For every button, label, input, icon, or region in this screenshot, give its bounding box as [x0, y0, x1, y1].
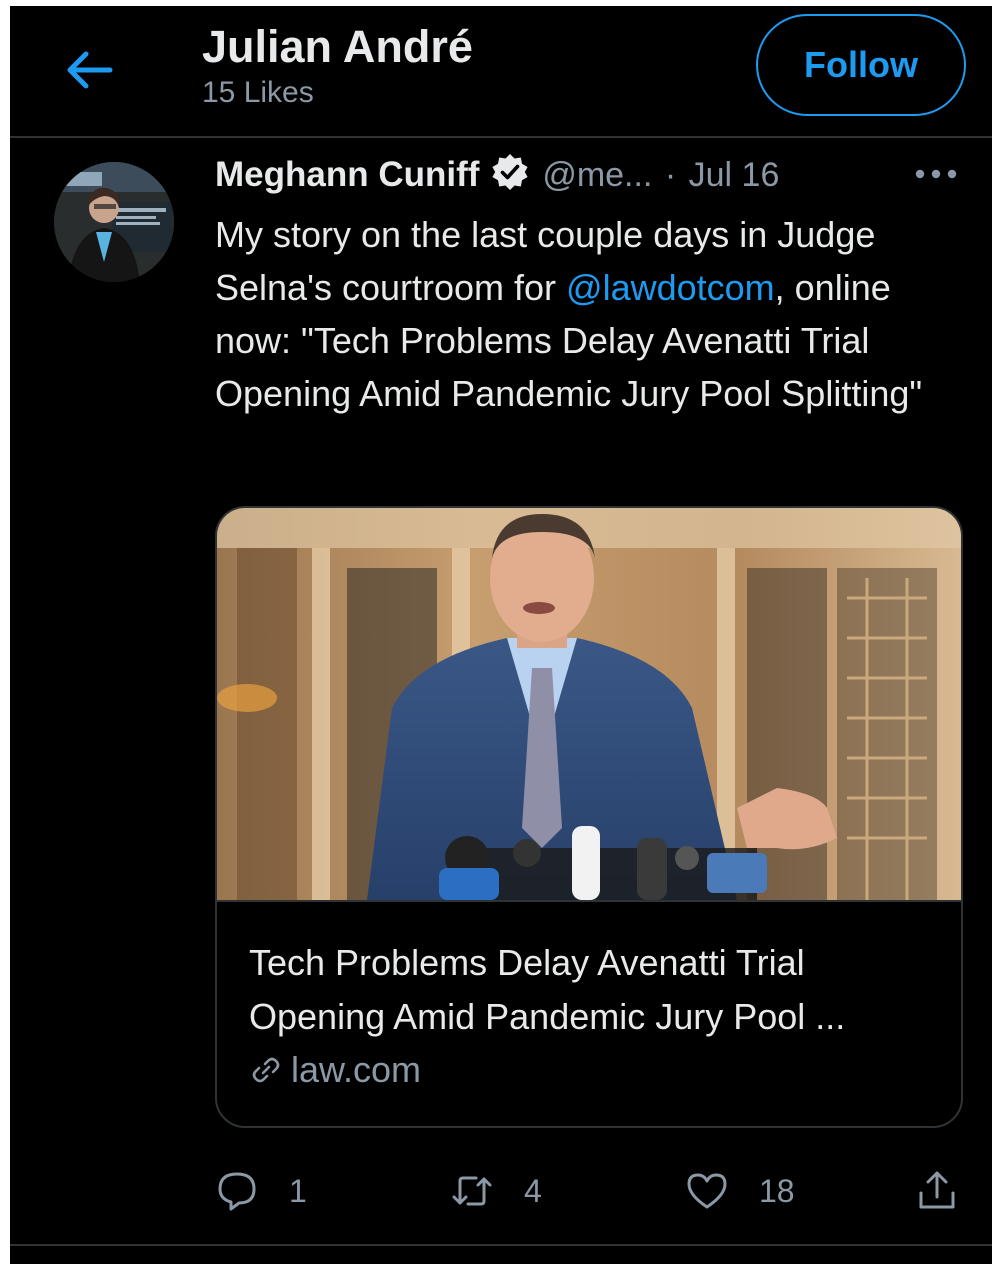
likes-count: 15 Likes	[202, 76, 314, 109]
share-button[interactable]	[915, 1166, 959, 1216]
bottom-divider	[10, 1244, 992, 1246]
card-title: Tech Problems Delay Avenatti Trial Openi…	[249, 942, 846, 1037]
profile-header: Julian André 15 Likes Follow	[10, 6, 992, 138]
tweet-header: Meghann Cuniff @me... · Jul 16	[215, 152, 975, 196]
card-image	[217, 508, 961, 900]
card-domain: law.com	[249, 1048, 421, 1092]
mention-link[interactable]: @lawdotcom	[566, 267, 775, 308]
follow-button[interactable]: Follow	[756, 14, 966, 116]
meta-separator: ·	[664, 156, 677, 194]
avatar[interactable]	[54, 162, 174, 282]
profile-name: Julian André	[202, 21, 473, 72]
retweet-button[interactable]: 4	[450, 1166, 542, 1216]
card-divider	[217, 900, 961, 902]
header-divider	[10, 136, 992, 138]
more-horizontal-icon[interactable]	[910, 164, 962, 184]
back-button[interactable]	[62, 48, 114, 92]
avatar-image	[54, 162, 174, 282]
link-icon	[252, 1057, 280, 1083]
like-button[interactable]: 18	[685, 1166, 795, 1216]
heart-icon	[687, 1173, 727, 1209]
tweet-detail-screen: Julian André 15 Likes Follow Meghann Cun…	[10, 6, 992, 1264]
reply-count: 1	[289, 1172, 307, 1209]
header-title-block: Julian André 15 Likes	[202, 20, 473, 112]
tweet-date[interactable]: Jul 16	[689, 156, 780, 194]
author-name[interactable]: Meghann Cuniff	[215, 155, 479, 194]
tweet-actions: 1 4 18	[215, 1166, 975, 1216]
link-preview-card[interactable]: Tech Problems Delay Avenatti Trial Openi…	[215, 506, 963, 1128]
reply-icon	[218, 1172, 256, 1211]
share-icon	[919, 1171, 955, 1209]
card-domain-text: law.com	[291, 1049, 422, 1090]
verified-badge-icon	[492, 154, 528, 190]
author-handle[interactable]: @me...	[542, 156, 652, 194]
retweet-icon	[452, 1176, 492, 1206]
tweet-text: My story on the last couple days in Judg…	[215, 208, 975, 420]
retweet-count: 4	[524, 1172, 542, 1209]
like-count: 18	[759, 1172, 795, 1209]
reply-button[interactable]: 1	[215, 1166, 307, 1216]
arrow-left-icon	[67, 51, 113, 89]
